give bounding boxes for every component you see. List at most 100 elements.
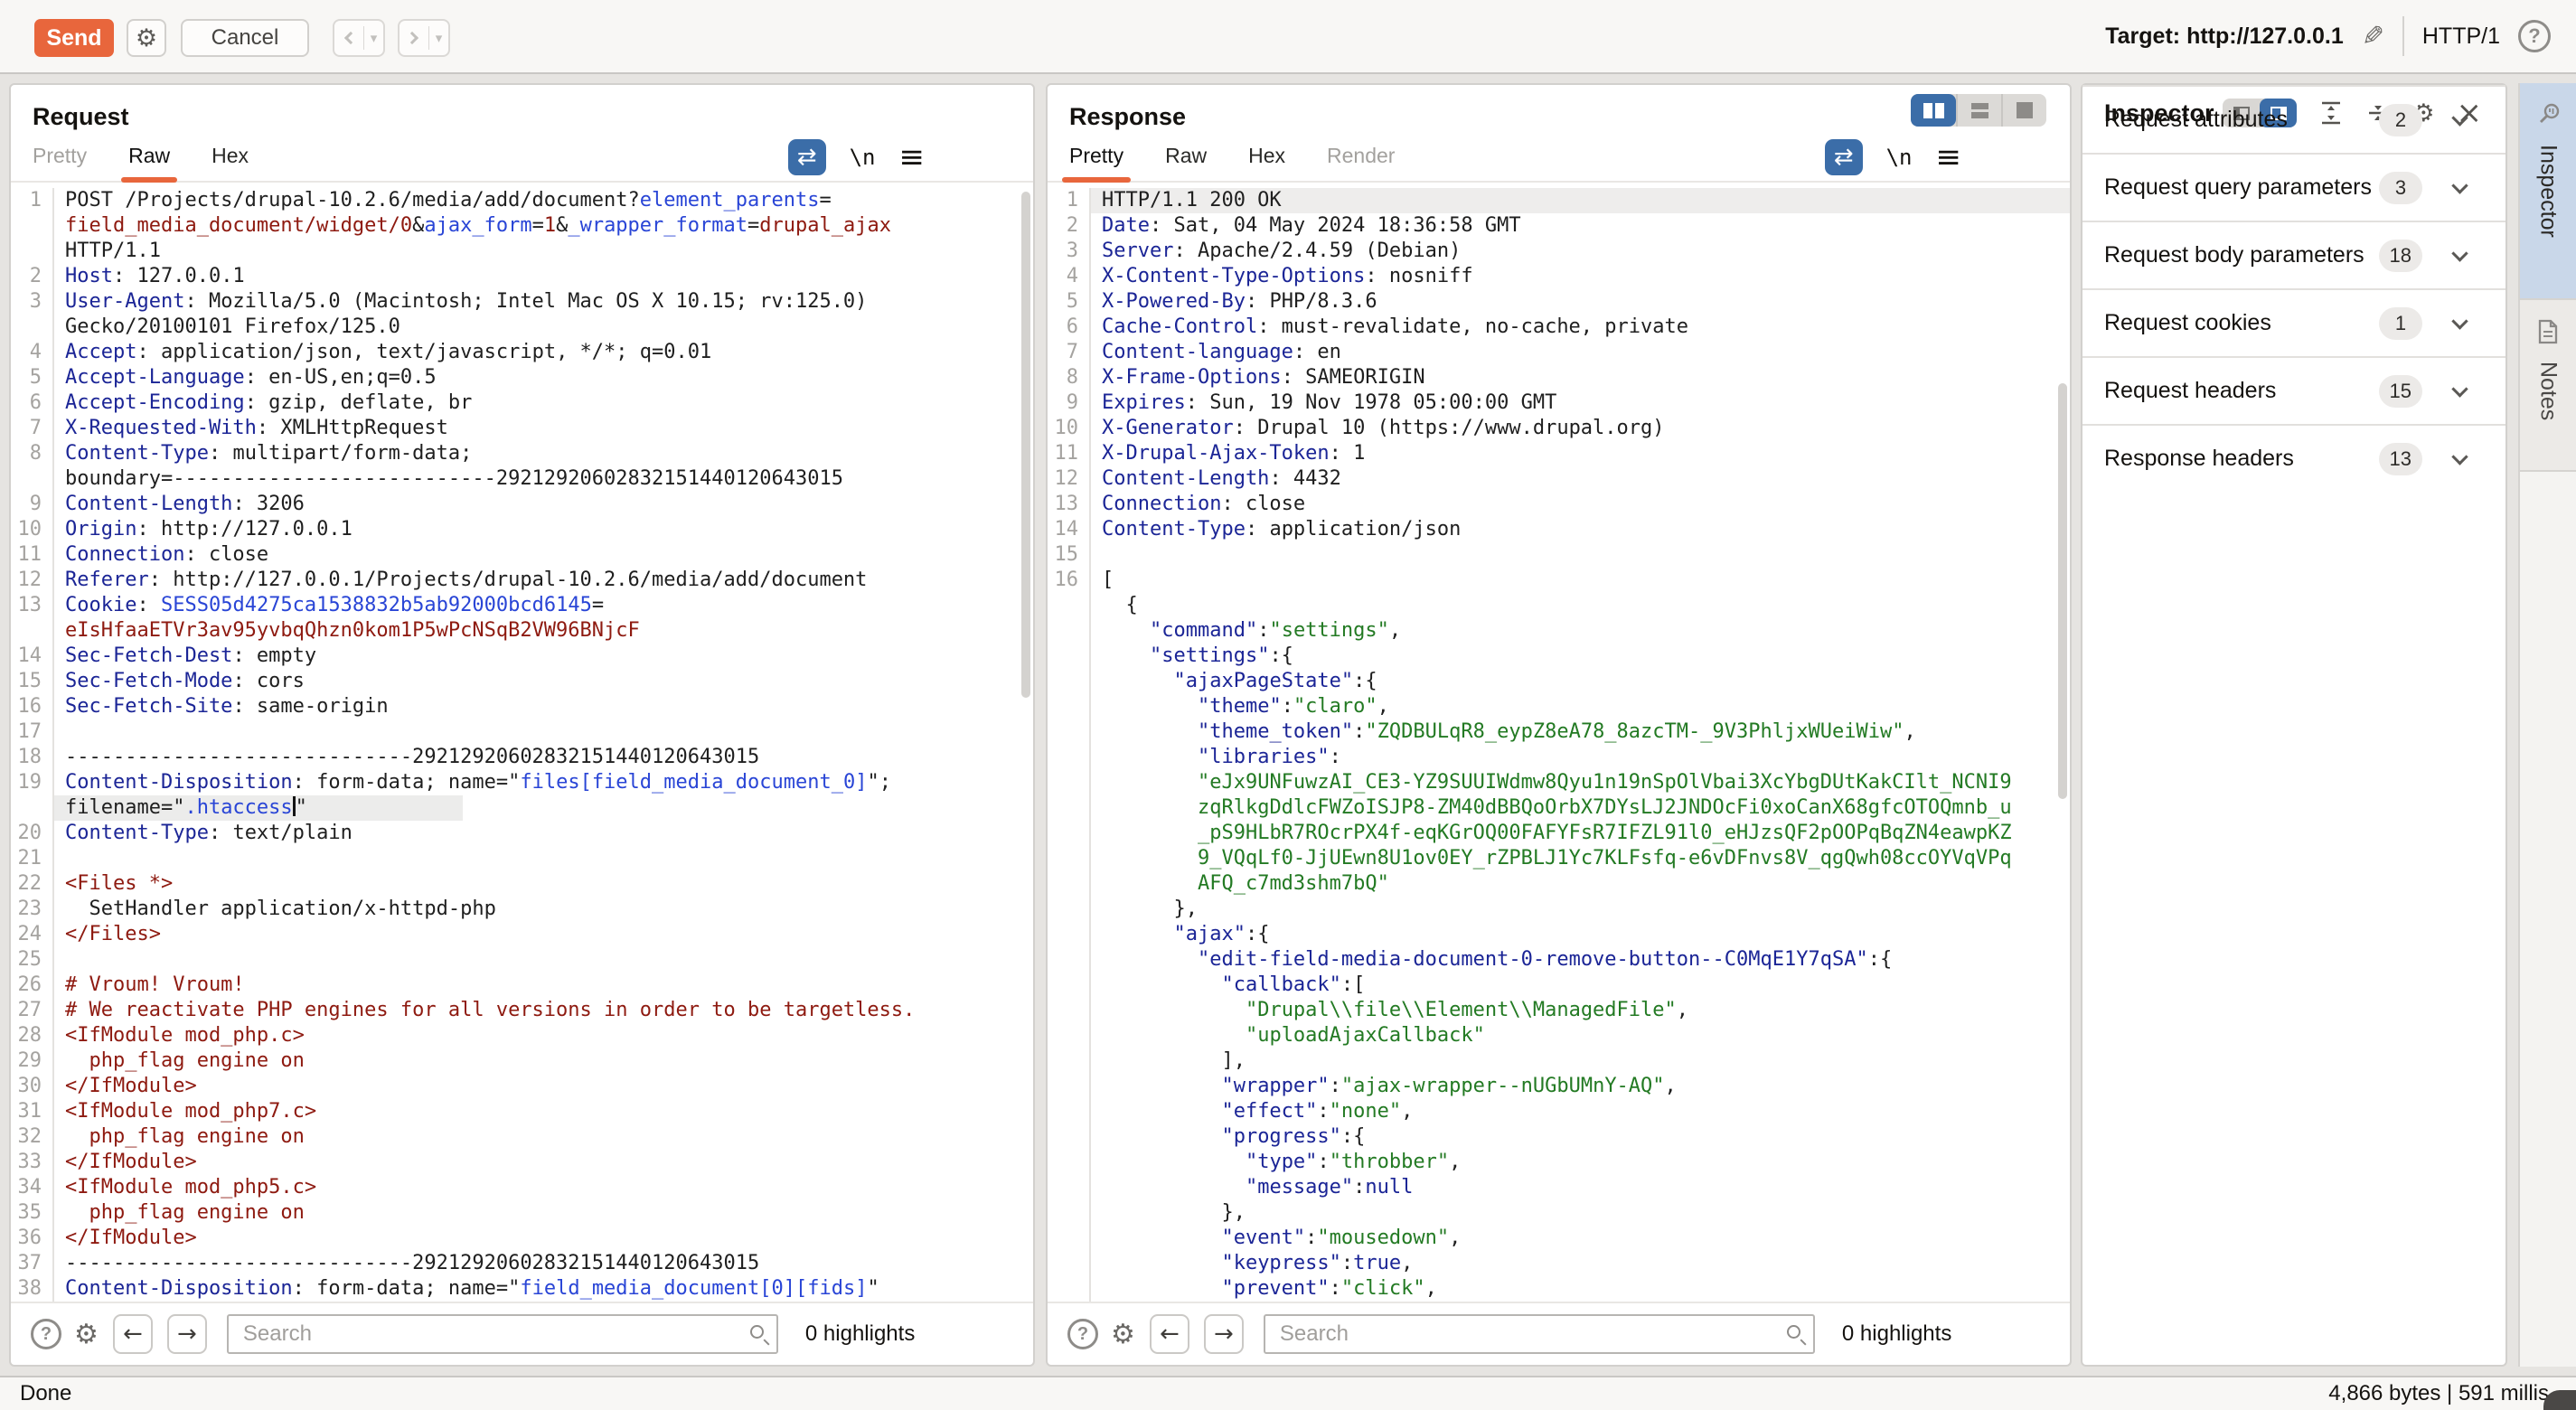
line-number xyxy=(1048,1023,1091,1048)
line-number xyxy=(1048,719,1091,745)
editor-line: 5X-Powered-By: PHP/8.3.6 xyxy=(1048,289,2070,315)
editor-line: 20Content-Type: text/plain xyxy=(11,821,1033,846)
line-number: 26 xyxy=(11,973,54,998)
burp-repeater-screen: Send ⚙ Cancel ▾ ▾ Target: http://127.0.0… xyxy=(0,0,2576,1410)
editor-line: 13Cookie: SESS05d4275ca1538832b5ab92000b… xyxy=(11,593,1033,618)
editor-line: filename=".htaccess" xyxy=(11,795,1033,821)
request-search-input[interactable] xyxy=(227,1314,778,1354)
layout-single-button[interactable] xyxy=(2001,94,2046,127)
editor-line: 3Server: Apache/2.4.59 (Debian) xyxy=(1048,239,2070,264)
search-help-icon[interactable]: ? xyxy=(31,1319,61,1349)
line-number: 21 xyxy=(11,846,54,871)
line-number xyxy=(1048,1175,1091,1200)
newline-chars-toggle-icon[interactable]: \n xyxy=(850,145,876,170)
line-number: 7 xyxy=(1048,340,1091,365)
line-number xyxy=(1048,745,1091,770)
chevron-down-icon xyxy=(2451,448,2468,465)
editor-line: 11Connection: close xyxy=(11,542,1033,568)
http-version-label[interactable]: HTTP/1 xyxy=(2422,24,2500,50)
inspector-section-request-query-parameters[interactable]: Request query parameters3 xyxy=(2082,153,2505,221)
tab-hex[interactable]: Hex xyxy=(212,144,249,181)
line-number xyxy=(1048,922,1091,947)
tab-raw[interactable]: Raw xyxy=(1165,144,1207,181)
editor-menu-icon[interactable]: ≡ xyxy=(1936,142,1962,173)
editor-line: 23 SetHandler application/x-httpd-php xyxy=(11,897,1033,922)
search-settings-icon[interactable]: ⚙ xyxy=(74,1319,99,1350)
layout-columns-icon xyxy=(1923,103,1932,118)
tab-raw[interactable]: Raw xyxy=(128,144,170,181)
prev-match-button[interactable]: ← xyxy=(113,1314,153,1354)
line-number xyxy=(1048,897,1091,922)
inspector-section-request-headers[interactable]: Request headers15 xyxy=(2082,356,2505,424)
tab-pretty[interactable]: Pretty xyxy=(33,144,87,181)
editor-line: 24</Files> xyxy=(11,922,1033,947)
editor-line: 10X-Generator: Drupal 10 (https://www.dr… xyxy=(1048,416,2070,441)
editor-line: "command":"settings", xyxy=(1048,618,2070,644)
editor-line: 29 php_flag engine on xyxy=(11,1048,1033,1074)
inspector-section-response-headers[interactable]: Response headers13 xyxy=(2082,424,2505,492)
line-number: 4 xyxy=(1048,264,1091,289)
line-number: 27 xyxy=(11,998,54,1023)
line-number: 36 xyxy=(11,1226,54,1251)
layout-rows-button[interactable] xyxy=(1956,94,2001,127)
tab-hex[interactable]: Hex xyxy=(1248,144,1285,181)
line-number: 14 xyxy=(11,644,54,669)
newline-chars-toggle-icon[interactable]: \n xyxy=(1886,145,1913,170)
section-count-badge: 15 xyxy=(2379,375,2422,408)
next-match-button[interactable]: → xyxy=(1204,1314,1244,1354)
editor-line: 31<IfModule mod_php7.c> xyxy=(11,1099,1033,1124)
line-number: 5 xyxy=(11,365,54,390)
corner-notch xyxy=(2543,1390,2576,1410)
tab-pretty[interactable]: Pretty xyxy=(1069,144,1123,181)
section-label: Response headers xyxy=(2104,446,2294,472)
response-search-input[interactable] xyxy=(1264,1314,1815,1354)
inspector-panel: Inspector ⚙ × Request attributes2Request xyxy=(2081,83,2507,1367)
line-number xyxy=(1048,871,1091,897)
line-number xyxy=(1048,795,1091,821)
inspector-section-request-cookies[interactable]: Request cookies1 xyxy=(2082,288,2505,356)
line-number: 33 xyxy=(11,1150,54,1175)
edit-target-icon[interactable]: ✎ xyxy=(2362,21,2384,52)
section-label: Request query parameters xyxy=(2104,174,2372,201)
help-icon[interactable]: ? xyxy=(2518,20,2551,52)
word-wrap-toggle-icon[interactable]: ⇄ xyxy=(788,139,826,175)
line-number xyxy=(1048,1150,1091,1175)
line-number xyxy=(1048,1099,1091,1124)
editor-line: boundary=---------------------------2921… xyxy=(11,466,1033,492)
history-back-button[interactable]: ▾ xyxy=(333,19,385,57)
request-highlights-count: 0 highlights xyxy=(805,1321,915,1347)
editor-line: 10Origin: http://127.0.0.1 xyxy=(11,517,1033,542)
next-match-button[interactable]: → xyxy=(167,1314,207,1354)
response-editor-scrollbar[interactable] xyxy=(2058,383,2067,799)
layout-columns-button[interactable] xyxy=(1911,94,1956,127)
editor-line: 15Sec-Fetch-Mode: cors xyxy=(11,669,1033,694)
request-panel-title: Request xyxy=(33,103,129,131)
line-number: 3 xyxy=(1048,239,1091,264)
inspector-section-request-body-parameters[interactable]: Request body parameters18 xyxy=(2082,221,2505,288)
response-editor[interactable]: 1HTTP/1.1 200 OK2Date: Sat, 04 May 2024 … xyxy=(1048,184,2070,1302)
history-forward-button[interactable]: ▾ xyxy=(398,19,450,57)
word-wrap-toggle-icon[interactable]: ⇄ xyxy=(1825,139,1863,175)
inspector-section-request-attributes[interactable]: Request attributes2 xyxy=(2082,85,2505,153)
request-editor-scrollbar[interactable] xyxy=(1021,192,1030,698)
side-tab-inspector[interactable]: Inspector xyxy=(2520,83,2576,300)
editor-line: 8Content-Type: multipart/form-data; xyxy=(11,441,1033,466)
line-number: 25 xyxy=(11,947,54,973)
editor-line: 32 php_flag engine on xyxy=(11,1124,1033,1150)
search-settings-icon[interactable]: ⚙ xyxy=(1111,1319,1135,1350)
section-label: Request body parameters xyxy=(2104,242,2364,268)
line-number: 11 xyxy=(11,542,54,568)
send-button[interactable]: Send xyxy=(34,19,114,57)
editor-menu-icon[interactable]: ≡ xyxy=(899,142,926,173)
side-tab-notes[interactable]: Notes xyxy=(2520,300,2576,472)
request-editor[interactable]: 1POST /Projects/drupal-10.2.6/media/add/… xyxy=(11,184,1033,1302)
cancel-button[interactable]: Cancel xyxy=(181,19,309,57)
editor-line: 16[ xyxy=(1048,568,2070,593)
editor-line: 7X-Requested-With: XMLHttpRequest xyxy=(11,416,1033,441)
send-settings-button[interactable]: ⚙ xyxy=(127,19,166,57)
search-help-icon[interactable]: ? xyxy=(1067,1319,1098,1349)
editor-line: 36</IfModule> xyxy=(11,1226,1033,1251)
prev-match-button[interactable]: ← xyxy=(1150,1314,1189,1354)
tab-render[interactable]: Render xyxy=(1327,144,1395,181)
editor-line: 9Content-Length: 3206 xyxy=(11,492,1033,517)
